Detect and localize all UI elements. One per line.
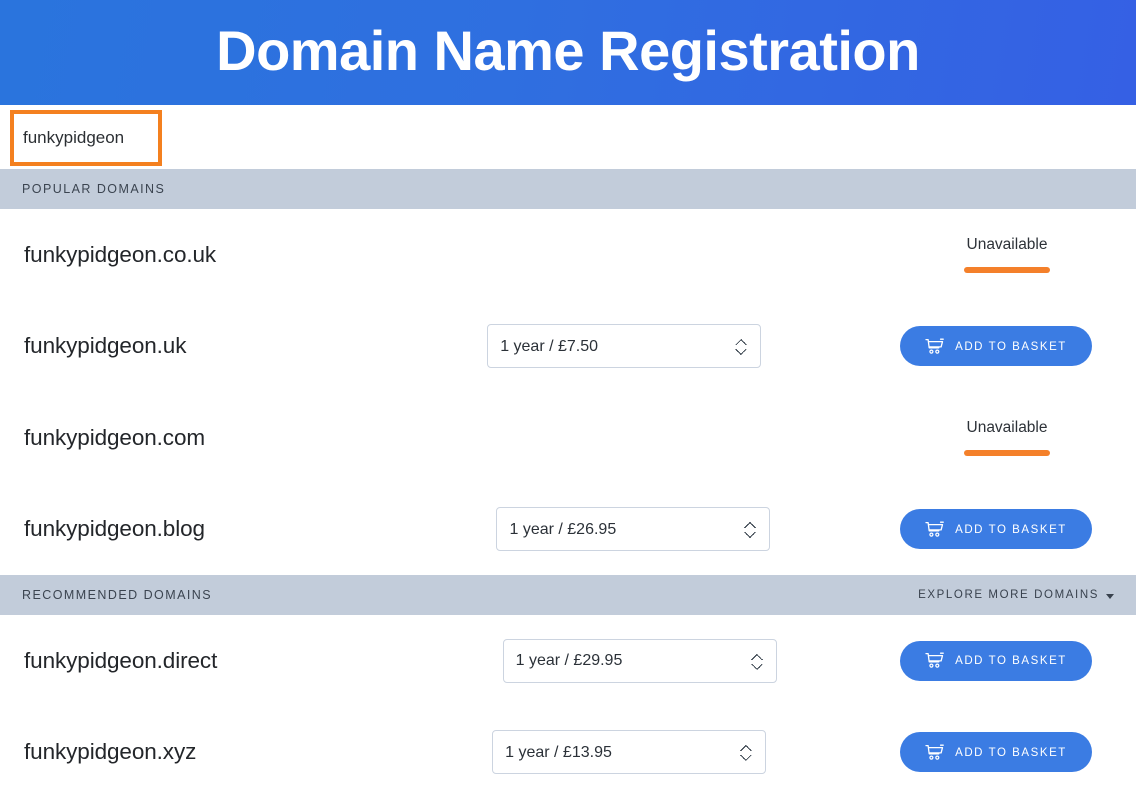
domain-row: funkypidgeon.com Unavailable [0,392,1136,484]
domain-row-status: Unavailable [892,237,1114,273]
term-price-select[interactable]: 1 year / £7.50 [487,324,761,368]
domain-row-middle: 1 year / £26.95 [205,507,892,551]
term-price-select[interactable]: 1 year / £26.95 [496,507,770,551]
domain-row-action: ADD TO BASKET [892,732,1114,772]
term-price-select[interactable]: 1 year / £29.95 [503,639,777,683]
domain-row-status: Unavailable [892,420,1114,456]
domain-row: funkypidgeon.blog 1 year / £26.95 ADD TO… [0,484,1136,576]
add-to-basket-label: ADD TO BASKET [955,747,1067,759]
add-to-basket-label: ADD TO BASKET [955,655,1067,667]
domain-name: funkypidgeon.blog [24,516,205,542]
add-to-basket-button[interactable]: ADD TO BASKET [900,509,1092,549]
domain-row-action: ADD TO BASKET [892,509,1114,549]
domain-row-middle: 1 year / £29.95 [217,639,892,683]
domain-search-bar [0,105,1136,169]
domain-row-action: ADD TO BASKET [892,641,1114,681]
domain-name: funkypidgeon.xyz [24,739,196,765]
domain-name: funkypidgeon.uk [24,333,186,359]
shopping-cart-icon [925,744,944,761]
domain-row: funkypidgeon.xyz 1 year / £13.95 ADD TO … [0,707,1136,798]
domain-row-middle: 1 year / £13.95 [196,730,892,774]
add-to-basket-button[interactable]: ADD TO BASKET [900,641,1092,681]
domain-results: POPULAR DOMAINS funkypidgeon.co.uk Unava… [0,169,1136,798]
domain-row: funkypidgeon.co.uk Unavailable [0,209,1136,301]
status-underline [964,450,1050,456]
explore-more-domains-label: EXPLORE MORE DOMAINS [918,589,1099,601]
term-price-select[interactable]: 1 year / £13.95 [492,730,766,774]
shopping-cart-icon [925,652,944,669]
domain-list-popular: funkypidgeon.co.uk Unavailable funkypidg… [0,209,1136,575]
add-to-basket-label: ADD TO BASKET [955,341,1067,353]
section-header-popular: POPULAR DOMAINS [0,169,1136,209]
add-to-basket-button[interactable]: ADD TO BASKET [900,326,1092,366]
shopping-cart-icon [925,521,944,538]
section-title: POPULAR DOMAINS [22,182,165,196]
domain-row-action: ADD TO BASKET [892,326,1114,366]
domain-row: funkypidgeon.direct 1 year / £29.95 ADD … [0,615,1136,707]
status-badge: Unavailable [967,237,1048,255]
add-to-basket-label: ADD TO BASKET [955,524,1067,536]
domain-list-recommended: funkypidgeon.direct 1 year / £29.95 ADD … [0,615,1136,798]
section-header-recommended: RECOMMENDED DOMAINS EXPLORE MORE DOMAINS [0,575,1136,615]
chevron-down-icon [1106,594,1114,599]
status-badge: Unavailable [967,420,1048,438]
domain-name: funkypidgeon.com [24,425,205,451]
domain-name: funkypidgeon.direct [24,648,217,674]
add-to-basket-button[interactable]: ADD TO BASKET [900,732,1092,772]
shopping-cart-icon [925,338,944,355]
section-title: RECOMMENDED DOMAINS [22,588,212,602]
domain-row-middle: 1 year / £7.50 [186,324,892,368]
domain-search-input[interactable] [10,110,162,166]
domain-name: funkypidgeon.co.uk [24,242,216,268]
explore-more-domains-link[interactable]: EXPLORE MORE DOMAINS [918,589,1114,601]
page-title: Domain Name Registration [216,23,920,83]
status-underline [964,267,1050,273]
domain-row: funkypidgeon.uk 1 year / £7.50 ADD TO BA… [0,301,1136,393]
page-header: Domain Name Registration [0,0,1136,105]
